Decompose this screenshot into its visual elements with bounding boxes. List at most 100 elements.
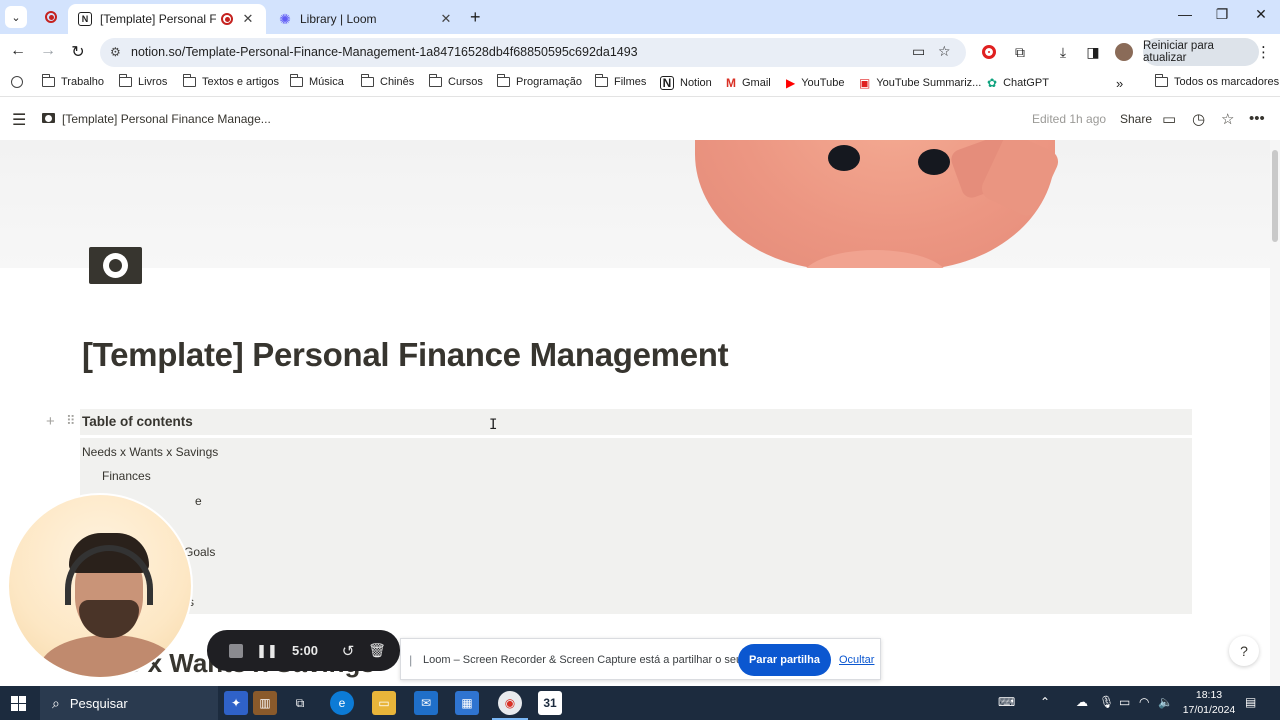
webcam-bubble[interactable]: [7, 493, 193, 679]
bookmark-youtube[interactable]: ▶ YouTube: [786, 76, 844, 90]
sidebar-toggle-icon[interactable]: ☰: [12, 110, 26, 130]
folder-icon: [360, 74, 374, 87]
folder-icon: [1154, 74, 1168, 87]
onedrive-icon[interactable]: ☁: [1076, 695, 1088, 709]
close-tab-icon[interactable]: ✕: [438, 11, 454, 27]
extensions-icon[interactable]: ⧉: [1010, 44, 1030, 61]
minimize-icon[interactable]: —: [1170, 6, 1200, 22]
history-icon[interactable]: ◷: [1192, 110, 1205, 128]
hide-link[interactable]: Ocultar: [839, 654, 874, 666]
mail-icon[interactable]: ✉: [414, 691, 438, 715]
toc-item[interactable]: e: [195, 494, 202, 508]
youtube-summarizer-icon: ▣: [859, 76, 871, 90]
chrome-icon[interactable]: ◉: [492, 691, 528, 720]
battery-icon[interactable]: ▭: [1119, 695, 1130, 709]
more-options-icon[interactable]: •••: [1249, 110, 1265, 127]
start-menu-icon[interactable]: [11, 696, 26, 711]
bookmark-notion[interactable]: N Notion: [660, 76, 712, 90]
notifications-icon[interactable]: ▤: [1245, 695, 1256, 709]
bookmark-label: Chinês: [380, 76, 415, 88]
more-bookmarks-icon[interactable]: »: [1116, 76, 1123, 91]
volume-icon[interactable]: 🔈: [1158, 695, 1173, 709]
delete-icon[interactable]: 🗑: [364, 630, 390, 671]
bookmark-label: Cursos: [448, 76, 483, 88]
back-icon[interactable]: ←: [7, 42, 29, 60]
share-button[interactable]: Share: [1120, 112, 1152, 126]
help-button[interactable]: ?: [1229, 636, 1259, 666]
microphone-icon[interactable]: 🎙: [1099, 695, 1114, 709]
taskbar-clock[interactable]: 18:13 17/01/2024: [1180, 688, 1238, 718]
breadcrumb[interactable]: [Template] Personal Finance Manage...: [62, 112, 271, 126]
toc-item[interactable]: Needs x Wants x Savings: [82, 445, 218, 459]
bookmark-filmes[interactable]: Filmes: [594, 74, 646, 88]
forward-icon[interactable]: →: [37, 42, 59, 60]
bookmark-musica[interactable]: Música: [289, 74, 344, 88]
toc-heading[interactable]: Table of contents: [80, 409, 1192, 435]
comments-icon[interactable]: ▭: [1162, 110, 1176, 128]
bookmark-label: Música: [309, 76, 344, 88]
tab-notion-template[interactable]: N [Template] Personal Finance Management…: [68, 4, 266, 34]
taskbar-search[interactable]: ⌕ Pesquisar: [40, 686, 218, 720]
site-info-icon[interactable]: ⚙: [110, 45, 121, 59]
page-title[interactable]: [Template] Personal Finance Management: [82, 336, 729, 374]
apps-icon[interactable]: [11, 76, 29, 88]
folder-icon: [41, 74, 55, 87]
maximize-icon[interactable]: ❐: [1207, 6, 1237, 23]
browser-menu-icon[interactable]: ⋮: [1256, 43, 1271, 61]
edge-icon[interactable]: e: [330, 691, 354, 715]
stop-sharing-button[interactable]: Parar partilha: [738, 644, 831, 676]
recording-icon: [220, 12, 234, 26]
bookmark-textos[interactable]: Textos e artigos: [182, 74, 279, 88]
bookmark-programacao[interactable]: Programação: [496, 74, 582, 88]
profile-avatar[interactable]: [1115, 43, 1133, 61]
show-hidden-icons[interactable]: ⌃: [1040, 695, 1050, 709]
bookmark-gmail[interactable]: M Gmail: [726, 76, 771, 90]
pause-icon[interactable]: ❚❚: [255, 630, 279, 671]
all-bookmarks[interactable]: Todos os marcadores: [1154, 74, 1279, 88]
task-view-icon[interactable]: ⧉: [288, 691, 312, 715]
address-bar[interactable]: ⚙ notion.so/Template-Personal-Finance-Ma…: [100, 38, 966, 67]
camera-icon[interactable]: ▭: [912, 43, 925, 60]
store-icon[interactable]: ▦: [455, 691, 479, 715]
side-panel-icon[interactable]: ◨: [1083, 44, 1103, 61]
bookmark-star-icon[interactable]: ☆: [938, 43, 951, 60]
money-icon[interactable]: [89, 247, 142, 284]
favorite-star-icon[interactable]: ☆: [1221, 110, 1234, 128]
scrollbar-thumb[interactable]: [1272, 150, 1278, 242]
wifi-icon[interactable]: ◠: [1139, 695, 1149, 709]
table-of-contents: Needs x Wants x Savings Finances e Goals…: [80, 438, 1192, 614]
keyboard-icon[interactable]: ⌨: [998, 695, 1015, 709]
tab-search-icon[interactable]: ⌄: [5, 6, 27, 28]
bookmark-cursos[interactable]: Cursos: [428, 74, 483, 88]
download-icon[interactable]: ⤓: [1053, 44, 1073, 61]
bookmark-youtube-summarizer[interactable]: ▣ YouTube Summariz...: [859, 76, 981, 90]
tab-loom-library[interactable]: ✺ Library | Loom ✕: [268, 4, 464, 34]
bird-app-icon[interactable]: ✦: [224, 691, 248, 715]
close-tab-icon[interactable]: ✕: [240, 11, 256, 27]
recording-timer: 5:00: [291, 643, 319, 658]
toc-item[interactable]: Finances: [102, 469, 151, 483]
bookmark-livros[interactable]: Livros: [118, 74, 167, 88]
drag-handle-icon[interactable]: ⠿: [66, 413, 75, 429]
close-window-icon[interactable]: ✕: [1246, 6, 1276, 23]
stop-recording-icon[interactable]: [222, 630, 250, 671]
bookmarks-bar: Trabalho Livros Textos e artigos Música …: [0, 71, 1280, 97]
adblock-extension-icon[interactable]: [982, 45, 996, 59]
toc-item[interactable]: Goals: [184, 545, 215, 559]
bookmark-chatgpt[interactable]: ✿ ChatGPT: [987, 76, 1049, 90]
file-explorer-icon[interactable]: ▭: [372, 691, 396, 715]
restart-icon[interactable]: ↺: [335, 630, 361, 671]
update-button[interactable]: Reiniciar para atualizar: [1143, 38, 1259, 66]
screen-share-notification: || Loom – Screen Recorder & Screen Captu…: [400, 638, 881, 680]
bookmark-chines[interactable]: Chinês: [360, 74, 415, 88]
add-block-icon[interactable]: +: [46, 413, 55, 430]
bookmark-trabalho[interactable]: Trabalho: [41, 74, 104, 88]
books-app-icon[interactable]: ▥: [253, 691, 277, 715]
tab-title: Library | Loom: [300, 12, 377, 26]
reload-icon[interactable]: ↻: [67, 42, 89, 62]
bookmark-label: YouTube: [801, 77, 845, 89]
new-tab-icon[interactable]: +: [470, 7, 481, 28]
recording-indicator-icon[interactable]: [36, 4, 66, 30]
url-text[interactable]: notion.so/Template-Personal-Finance-Mana…: [131, 45, 638, 59]
calendar-icon[interactable]: 31: [538, 691, 562, 715]
